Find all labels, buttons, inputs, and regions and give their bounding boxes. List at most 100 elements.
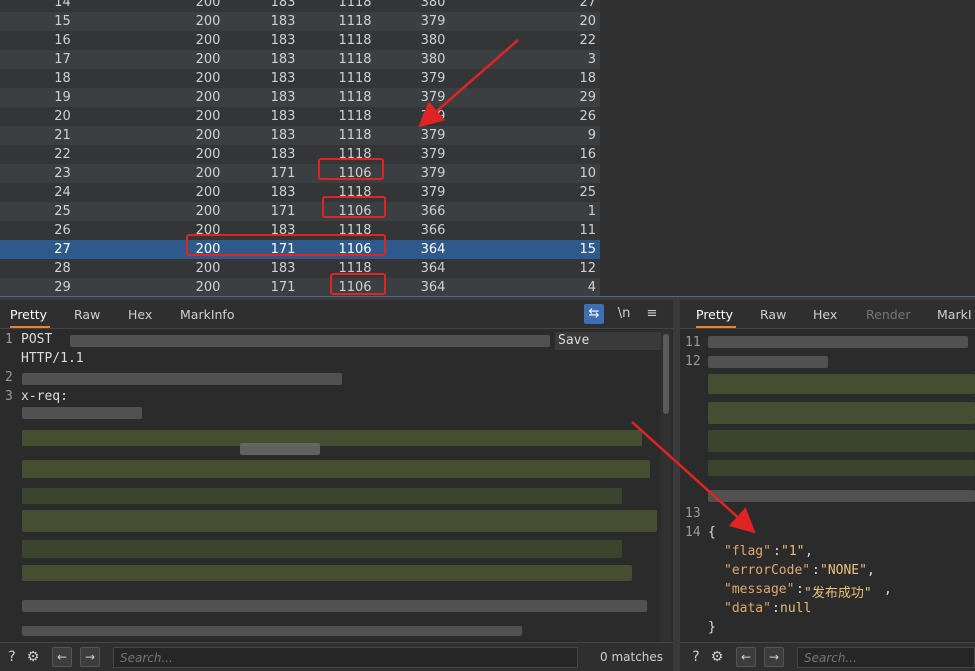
cell-rt: 15 — [579, 242, 596, 257]
cell-status: 200 — [195, 33, 221, 48]
cell-rt: 18 — [579, 71, 596, 86]
cell-status: 200 — [195, 0, 221, 10]
cell-rt: 22 — [579, 33, 596, 48]
tab-hex[interactable]: Hex — [128, 300, 152, 328]
redacted-body — [22, 540, 622, 558]
table-row[interactable]: 19 200 183 1118 379 29 — [0, 88, 600, 107]
cell-status: 200 — [195, 52, 221, 67]
results-table-blank-area — [600, 0, 975, 296]
line-number: 14 — [685, 525, 701, 540]
cell-error: 183 — [270, 147, 296, 162]
redacted-body — [22, 488, 622, 504]
help-icon[interactable]: ? — [686, 647, 706, 667]
wrap-icon[interactable]: ⇆ — [584, 304, 604, 324]
table-row[interactable]: 16 200 183 1118 380 22 — [0, 31, 600, 50]
json-colon: : — [796, 582, 804, 597]
help-icon[interactable]: ? — [2, 647, 22, 667]
request-scrollbar[interactable] — [661, 330, 671, 643]
tab-raw[interactable]: Raw — [74, 300, 100, 328]
vertical-splitter[interactable] — [673, 300, 680, 671]
cell-time: 366 — [420, 223, 446, 238]
cell-id: 15 — [54, 14, 71, 29]
cell-status: 200 — [195, 71, 221, 86]
table-row[interactable]: 23 200 171 1106 379 10 — [0, 164, 600, 183]
redacted-body — [22, 430, 642, 446]
cell-error: 171 — [270, 166, 296, 181]
cell-status: 200 — [195, 280, 221, 295]
redacted-body — [708, 460, 975, 476]
tab-hex[interactable]: Hex — [813, 300, 837, 328]
redacted-body — [708, 374, 975, 394]
table-row[interactable]: 20 200 183 1118 379 26 — [0, 107, 600, 126]
json-open-brace: { — [708, 525, 716, 540]
cell-id: 21 — [54, 128, 71, 143]
table-row[interactable]: 24 200 183 1118 379 25 — [0, 183, 600, 202]
redacted-url — [70, 335, 550, 347]
response-panel: Pretty Raw Hex Render MarkI 11 12 13 14 … — [680, 300, 975, 671]
cell-id: 20 — [54, 109, 71, 124]
cell-id: 23 — [54, 166, 71, 181]
request-method: POST — [21, 332, 53, 347]
highlight-box — [186, 234, 386, 256]
table-row[interactable]: 21 200 183 1118 379 9 — [0, 126, 600, 145]
cell-time: 379 — [420, 14, 446, 29]
tab-markinfo[interactable]: MarkInfo — [180, 300, 234, 328]
arrow-right-icon[interactable]: → — [764, 647, 784, 667]
newline-toggle[interactable]: \n — [614, 304, 634, 324]
json-key-errorcode: "errorCode" — [724, 563, 811, 578]
match-count: 0 matches — [600, 650, 664, 664]
json-colon: : — [773, 544, 781, 559]
highlight-box — [318, 158, 384, 180]
line-number: 11 — [685, 335, 701, 350]
line-number: 1 — [5, 332, 13, 347]
cell-time: 366 — [420, 204, 446, 219]
table-row[interactable]: 28 200 183 1118 364 12 — [0, 259, 600, 278]
tab-raw[interactable]: Raw — [760, 300, 786, 328]
json-comma: , — [867, 563, 875, 578]
cell-id: 25 — [54, 204, 71, 219]
table-row[interactable]: 14 200 183 1118 380 27 — [0, 0, 600, 12]
gear-icon[interactable]: ⚙ — [23, 647, 43, 667]
cell-rt: 26 — [579, 109, 596, 124]
search-input[interactable] — [113, 647, 578, 668]
cell-id: 29 — [54, 280, 71, 295]
table-row[interactable]: 15 200 183 1118 379 20 — [0, 12, 600, 31]
search-input[interactable] — [797, 647, 975, 668]
cell-error: 183 — [270, 52, 296, 67]
redacted-header — [22, 373, 342, 385]
tab-markinfo[interactable]: MarkI — [937, 300, 972, 328]
cell-id: 24 — [54, 185, 71, 200]
arrow-right-icon[interactable]: → — [80, 647, 100, 667]
cell-error: 183 — [270, 71, 296, 86]
gear-icon[interactable]: ⚙ — [707, 647, 727, 667]
redacted-body — [708, 336, 968, 348]
scroll-thumb[interactable] — [663, 334, 669, 414]
request-tabs: Pretty Raw Hex MarkInfo ⇆ \n ≡ — [0, 300, 673, 329]
table-row[interactable]: 18 200 183 1118 379 18 — [0, 69, 600, 88]
cell-length: 1118 — [338, 109, 372, 124]
cell-rt: 20 — [579, 14, 596, 29]
json-comma: , — [884, 582, 892, 597]
table-row[interactable]: 25 200 171 1106 366 1 — [0, 202, 600, 221]
table-row[interactable]: 17 200 183 1118 380 3 — [0, 50, 600, 69]
tab-pretty[interactable]: Pretty — [696, 300, 736, 328]
table-row[interactable]: 22 200 183 1118 379 16 — [0, 145, 600, 164]
cell-id: 17 — [54, 52, 71, 67]
line-number: 3 — [5, 389, 13, 404]
arrow-left-icon[interactable]: ← — [52, 647, 72, 667]
tab-render[interactable]: Render — [866, 300, 911, 328]
tab-pretty[interactable]: Pretty — [10, 300, 50, 328]
cell-error: 171 — [270, 280, 296, 295]
request-editor[interactable]: 1 POST HTTP/1.1 2 3 x-req: — [0, 330, 661, 643]
redacted-body — [708, 430, 975, 452]
cell-status: 200 — [195, 14, 221, 29]
table-row[interactable]: 29 200 171 1106 364 4 — [0, 278, 600, 296]
response-editor[interactable]: 11 12 13 14 { "flag" : "1" , "errorCode"… — [680, 330, 975, 643]
cell-length: 1118 — [338, 128, 372, 143]
json-value-errorcode: "NONE" — [820, 563, 867, 578]
cell-error: 183 — [270, 33, 296, 48]
json-comma: , — [805, 544, 813, 559]
arrow-left-icon[interactable]: ← — [736, 647, 756, 667]
menu-icon[interactable]: ≡ — [642, 304, 662, 324]
save-button[interactable]: Save — [555, 332, 663, 350]
